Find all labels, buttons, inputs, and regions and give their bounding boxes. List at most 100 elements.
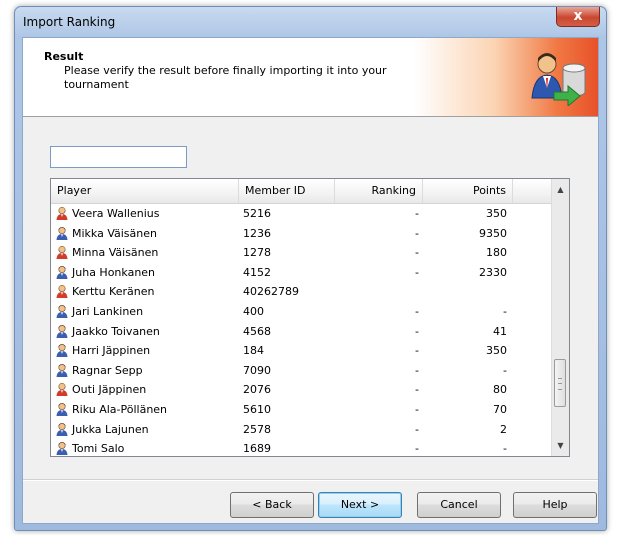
import-players-icon	[531, 53, 586, 106]
points-cell: 350	[486, 207, 507, 220]
window-title: Import Ranking	[23, 15, 116, 29]
player-name: Riku Ala-Pöllänen	[72, 402, 168, 416]
close-button[interactable]: x	[556, 7, 600, 27]
player-name: Jaakko Toivanen	[72, 324, 160, 338]
back-button[interactable]: < Back	[230, 492, 314, 518]
table-row[interactable]: Tomi Salo 1689 - -	[51, 439, 553, 456]
player-cell: Minna Väisänen	[55, 243, 239, 263]
player-name: Veera Wallenius	[72, 207, 160, 220]
player-cell: Outi Jäppinen	[55, 380, 239, 400]
member-id-cell: 40262789	[243, 285, 299, 299]
member-id-cell: 4568	[243, 324, 271, 338]
table-row[interactable]: Veera Wallenius 5216 - 350	[51, 204, 553, 224]
points-cell: 2330	[479, 265, 507, 279]
column-header-player[interactable]: Player	[51, 179, 239, 203]
member-id-cell: 1278	[243, 246, 271, 260]
title-bar[interactable]: Import Ranking x	[15, 7, 606, 37]
player-cell: Riku Ala-Pöllänen	[55, 400, 239, 420]
male-player-icon	[56, 402, 68, 416]
member-id-cell: 2076	[243, 383, 271, 397]
column-header-filler	[513, 179, 553, 203]
filter-input[interactable]	[50, 146, 187, 168]
grip-icon	[558, 378, 562, 390]
scroll-down-arrow-icon[interactable]: ▼	[552, 437, 569, 454]
member-id-cell: 1689	[243, 442, 271, 456]
player-cell: Harri Jäppinen	[55, 341, 239, 361]
member-id-cell: 184	[243, 344, 264, 358]
player-name: Jari Lankinen	[72, 304, 144, 318]
player-cell: Veera Wallenius	[55, 204, 239, 224]
scroll-thumb[interactable]	[554, 359, 566, 407]
ranking-cell: -	[415, 246, 419, 260]
player-cell: Jukka Lajunen	[55, 420, 239, 440]
ranking-cell: -	[415, 422, 419, 436]
points-cell: 70	[493, 402, 507, 416]
table-header: Player Member ID Ranking Points	[51, 179, 553, 204]
table-row[interactable]: Riku Ala-Pöllänen 5610 - 70	[51, 400, 553, 420]
male-player-icon	[56, 442, 68, 456]
player-name: Harri Jäppinen	[72, 344, 151, 358]
player-name: Mikka Väisänen	[72, 226, 157, 240]
column-header-points[interactable]: Points	[423, 179, 513, 203]
female-player-icon	[56, 383, 68, 397]
player-cell: Kerttu Keränen	[55, 282, 239, 302]
table-row[interactable]: Ragnar Sepp 7090 - -	[51, 361, 553, 381]
player-cell: Ragnar Sepp	[55, 361, 239, 381]
player-cell: Juha Honkanen	[55, 263, 239, 283]
ranking-cell: -	[415, 265, 419, 279]
players-table[interactable]: Player Member ID Ranking Points Veera Wa…	[50, 178, 570, 457]
player-name: Ragnar Sepp	[72, 363, 143, 377]
points-cell: 350	[486, 344, 507, 358]
female-player-icon	[56, 206, 68, 220]
member-id-cell: 4152	[243, 265, 271, 279]
column-header-ranking[interactable]: Ranking	[335, 179, 423, 203]
member-id-cell: 7090	[243, 363, 271, 377]
male-player-icon	[56, 226, 68, 240]
table-row[interactable]: Jukka Lajunen 2578 - 2	[51, 420, 553, 440]
table-row[interactable]: Jaakko Toivanen 4568 - 41	[51, 322, 553, 342]
table-row[interactable]: Mikka Väisänen 1236 - 9350	[51, 224, 553, 244]
ranking-cell	[333, 282, 419, 302]
table-row[interactable]: Juha Honkanen 4152 - 2330	[51, 263, 553, 283]
table-row[interactable]: Harri Jäppinen 184 - 350	[51, 341, 553, 361]
next-button[interactable]: Next >	[318, 492, 402, 518]
help-button[interactable]: Help	[513, 492, 597, 518]
points-cell: 9350	[479, 226, 507, 240]
close-icon: x	[573, 8, 583, 24]
table-row[interactable]: Minna Väisänen 1278 - 180	[51, 243, 553, 263]
male-player-icon	[56, 344, 68, 358]
male-player-icon	[56, 265, 68, 279]
table-body: Veera Wallenius 5216 - 350 Mikka Väisänen 123…	[51, 204, 553, 456]
step-title: Result	[44, 50, 84, 63]
ranking-cell: -	[415, 383, 419, 397]
column-header-member-id[interactable]: Member ID	[239, 179, 335, 203]
ranking-cell: -	[415, 402, 419, 416]
male-player-icon	[56, 363, 68, 377]
table-row[interactable]: Outi Jäppinen 2076 - 80	[51, 380, 553, 400]
vertical-scrollbar[interactable]: ▲ ▼	[551, 179, 569, 456]
player-cell: Tomi Salo	[55, 439, 239, 456]
male-player-icon	[56, 304, 68, 318]
ranking-cell: -	[415, 324, 419, 338]
wizard-header: Result Please verify the result before f…	[23, 38, 598, 117]
table-row[interactable]: Jari Lankinen 400 - -	[51, 302, 553, 322]
ranking-cell: -	[415, 207, 419, 220]
member-id-cell: 400	[243, 304, 264, 318]
scroll-up-arrow-icon[interactable]: ▲	[552, 181, 569, 198]
player-name: Jukka Lajunen	[72, 422, 149, 436]
points-cell: -	[503, 363, 507, 377]
member-id-cell: 2578	[243, 422, 271, 436]
cancel-button[interactable]: Cancel	[417, 492, 501, 518]
female-player-icon	[56, 246, 68, 260]
ranking-cell: -	[415, 344, 419, 358]
points-cell	[421, 282, 507, 302]
player-name: Kerttu Keränen	[72, 285, 155, 299]
male-player-icon	[56, 422, 68, 436]
player-cell: Mikka Väisänen	[55, 224, 239, 244]
player-name: Juha Honkanen	[72, 265, 156, 279]
step-description: Please verify the result before finally …	[64, 64, 387, 91]
footer-separator	[23, 479, 598, 481]
points-cell: 180	[486, 246, 507, 260]
points-cell: 2	[500, 422, 507, 436]
table-row[interactable]: Kerttu Keränen 40262789	[51, 282, 553, 302]
